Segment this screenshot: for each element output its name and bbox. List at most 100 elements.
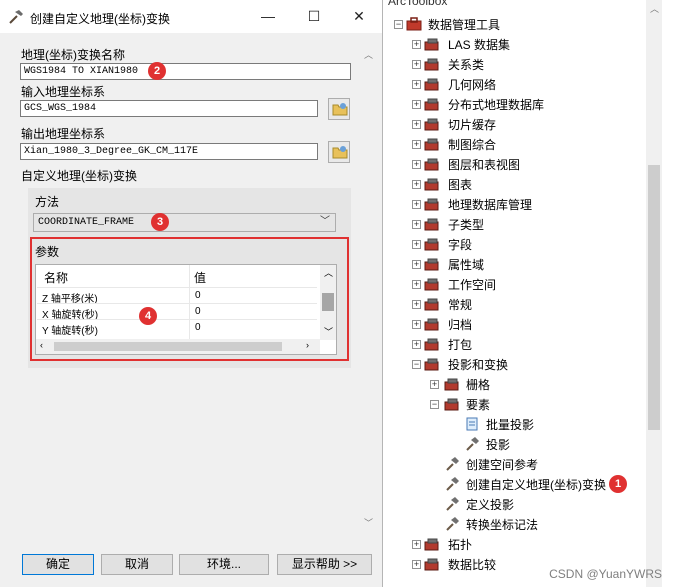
- param-name[interactable]: Y 轴旋转(秒): [42, 322, 98, 337]
- expand-icon[interactable]: +: [412, 40, 421, 49]
- toolbox-tree-item[interactable]: + 常规: [384, 294, 634, 314]
- output-gcs-label: 输出地理坐标系: [21, 127, 106, 141]
- scroll-thumb[interactable]: [648, 165, 660, 430]
- hammer-icon: [464, 436, 480, 452]
- annotation-badge-3: 3: [151, 213, 169, 231]
- param-value[interactable]: 0: [195, 306, 201, 317]
- expand-icon[interactable]: +: [412, 300, 421, 309]
- expand-icon[interactable]: +: [412, 200, 421, 209]
- close-button[interactable]: ✕: [336, 0, 382, 33]
- scroll-down-icon[interactable]: ﹀: [324, 325, 333, 338]
- toolbox-tree-item[interactable]: + 地理数据库管理: [384, 194, 634, 214]
- toolbox-tree-item[interactable]: + 工作空间: [384, 274, 634, 294]
- toolbox-tree-item[interactable]: + 图表: [384, 174, 634, 194]
- params-label: 参数: [35, 245, 60, 259]
- toolbox-tree-item[interactable]: + LAS 数据集: [384, 34, 634, 54]
- params-vertical-scrollbar[interactable]: ︿ ﹀: [320, 265, 336, 340]
- collapse-icon[interactable]: −: [394, 20, 403, 29]
- maximize-button[interactable]: ☐: [291, 0, 337, 33]
- method-label: 方法: [35, 195, 60, 209]
- params-header-name: 名称: [44, 271, 69, 285]
- transform-name-input[interactable]: WGS1984 TO XIAN1980: [20, 63, 351, 80]
- toolbox-item-label: 创建空间参考: [466, 458, 539, 472]
- toolbox-tree-item[interactable]: + 字段: [384, 234, 634, 254]
- expand-icon[interactable]: +: [412, 540, 421, 549]
- toolbox-tree-item[interactable]: + 打包: [384, 334, 634, 354]
- dialog-title: 创建自定义地理(坐标)变换: [30, 12, 170, 26]
- expand-icon[interactable]: +: [412, 240, 421, 249]
- collapse-icon[interactable]: −: [430, 400, 439, 409]
- toolbox-tree-item[interactable]: + 栅格: [384, 374, 634, 394]
- toolbox-tree-item[interactable]: + 几何网络: [384, 74, 634, 94]
- dialog-titlebar[interactable]: 创建自定义地理(坐标)变换 — ☐ ✕: [0, 0, 382, 33]
- dialog-vertical-scrollbar[interactable]: ︿ ﹀: [360, 46, 377, 534]
- ok-button[interactable]: 确定: [22, 554, 94, 575]
- scroll-thumb[interactable]: [54, 342, 282, 351]
- scroll-up-icon[interactable]: ︿: [324, 266, 333, 279]
- expand-icon[interactable]: +: [412, 100, 421, 109]
- param-value[interactable]: 0: [195, 322, 201, 333]
- show-help-button[interactable]: 显示帮助 >>: [277, 554, 372, 575]
- hammer-icon: [9, 10, 23, 24]
- expand-icon[interactable]: +: [430, 380, 439, 389]
- toolbox-item-label: 图表: [448, 178, 473, 192]
- expand-icon[interactable]: +: [412, 80, 421, 89]
- toolbox-item-label: 地理数据库管理: [448, 198, 533, 212]
- toolbox-tree-item[interactable]: − 数据管理工具: [384, 14, 634, 34]
- scroll-up-icon[interactable]: ︿: [364, 48, 373, 61]
- toolbox-tree-item[interactable]: + 关系类: [384, 54, 634, 74]
- input-gcs-field[interactable]: GCS_WGS_1984: [20, 100, 318, 117]
- toolbox-tree-item[interactable]: 定义投影: [384, 494, 634, 514]
- expand-icon[interactable]: +: [412, 320, 421, 329]
- params-horizontal-scrollbar[interactable]: ‹ ›: [36, 339, 320, 354]
- toolbox-tree-item[interactable]: + 制图综合: [384, 134, 634, 154]
- toolbox-tree-item[interactable]: + 分布式地理数据库: [384, 94, 634, 114]
- expand-icon[interactable]: +: [412, 180, 421, 189]
- toolbox-tree-item[interactable]: 创建自定义地理(坐标)变换: [384, 474, 634, 494]
- toolbox-tree-item[interactable]: − 要素: [384, 394, 634, 414]
- toolbox-tree-item[interactable]: + 拓扑: [384, 534, 634, 554]
- toolbox-tree-item[interactable]: 批量投影: [384, 414, 634, 434]
- minimize-button[interactable]: —: [245, 0, 291, 33]
- output-gcs-field[interactable]: Xian_1980_3_Degree_GK_CM_117E: [20, 143, 318, 160]
- expand-icon[interactable]: +: [412, 340, 421, 349]
- cancel-button[interactable]: 取消: [101, 554, 173, 575]
- expand-icon[interactable]: +: [412, 120, 421, 129]
- toolbox-item-label: 工作空间: [448, 278, 497, 292]
- toolbox-tree-item[interactable]: + 属性域: [384, 254, 634, 274]
- script-icon: [464, 416, 480, 432]
- method-dropdown[interactable]: COORDINATE_FRAME ﹀: [33, 213, 336, 232]
- toolbox-tree-item[interactable]: 创建空间参考: [384, 454, 634, 474]
- toolbox-tree-item[interactable]: + 切片缓存: [384, 114, 634, 134]
- environments-button[interactable]: 环境...: [179, 554, 269, 575]
- param-value[interactable]: 0: [195, 290, 201, 301]
- scroll-up-icon[interactable]: ︿: [650, 2, 659, 15]
- toolbox-tree-item[interactable]: + 图层和表视图: [384, 154, 634, 174]
- scroll-thumb[interactable]: [322, 293, 334, 311]
- toolbox-tree-item[interactable]: − 投影和变换: [384, 354, 634, 374]
- params-table[interactable]: 名称 值 Z 轴平移(米) 0 X 轴旋转(秒) 0 Y 轴旋转(秒) 0 ︿ …: [35, 264, 337, 355]
- toolbox-tree-item[interactable]: 转换坐标记法: [384, 514, 634, 534]
- scroll-down-icon[interactable]: ﹀: [364, 516, 373, 529]
- expand-icon[interactable]: +: [412, 60, 421, 69]
- scroll-left-icon[interactable]: ‹: [40, 340, 43, 350]
- expand-icon[interactable]: +: [412, 280, 421, 289]
- collapse-icon[interactable]: −: [412, 360, 421, 369]
- expand-icon[interactable]: +: [412, 160, 421, 169]
- toolbox-tree-item[interactable]: + 归档: [384, 314, 634, 334]
- folder-icon: [332, 103, 348, 116]
- toolbox-tree-item[interactable]: + 子类型: [384, 214, 634, 234]
- expand-icon[interactable]: +: [412, 220, 421, 229]
- expand-icon[interactable]: +: [412, 560, 421, 569]
- output-gcs-browse-button[interactable]: [328, 141, 350, 163]
- toolbox-tree-item[interactable]: 投影: [384, 434, 634, 454]
- expand-icon[interactable]: +: [412, 140, 421, 149]
- hammer-icon: [444, 456, 460, 472]
- expand-icon[interactable]: +: [412, 260, 421, 269]
- transform-name-label: 地理(坐标)变换名称: [21, 48, 125, 62]
- toolbox-item-label: 归档: [448, 318, 473, 332]
- input-gcs-browse-button[interactable]: [328, 98, 350, 120]
- toolset-icon: [444, 376, 460, 392]
- toolbox-vertical-scrollbar[interactable]: ︿: [646, 0, 662, 587]
- scroll-right-icon[interactable]: ›: [306, 340, 309, 350]
